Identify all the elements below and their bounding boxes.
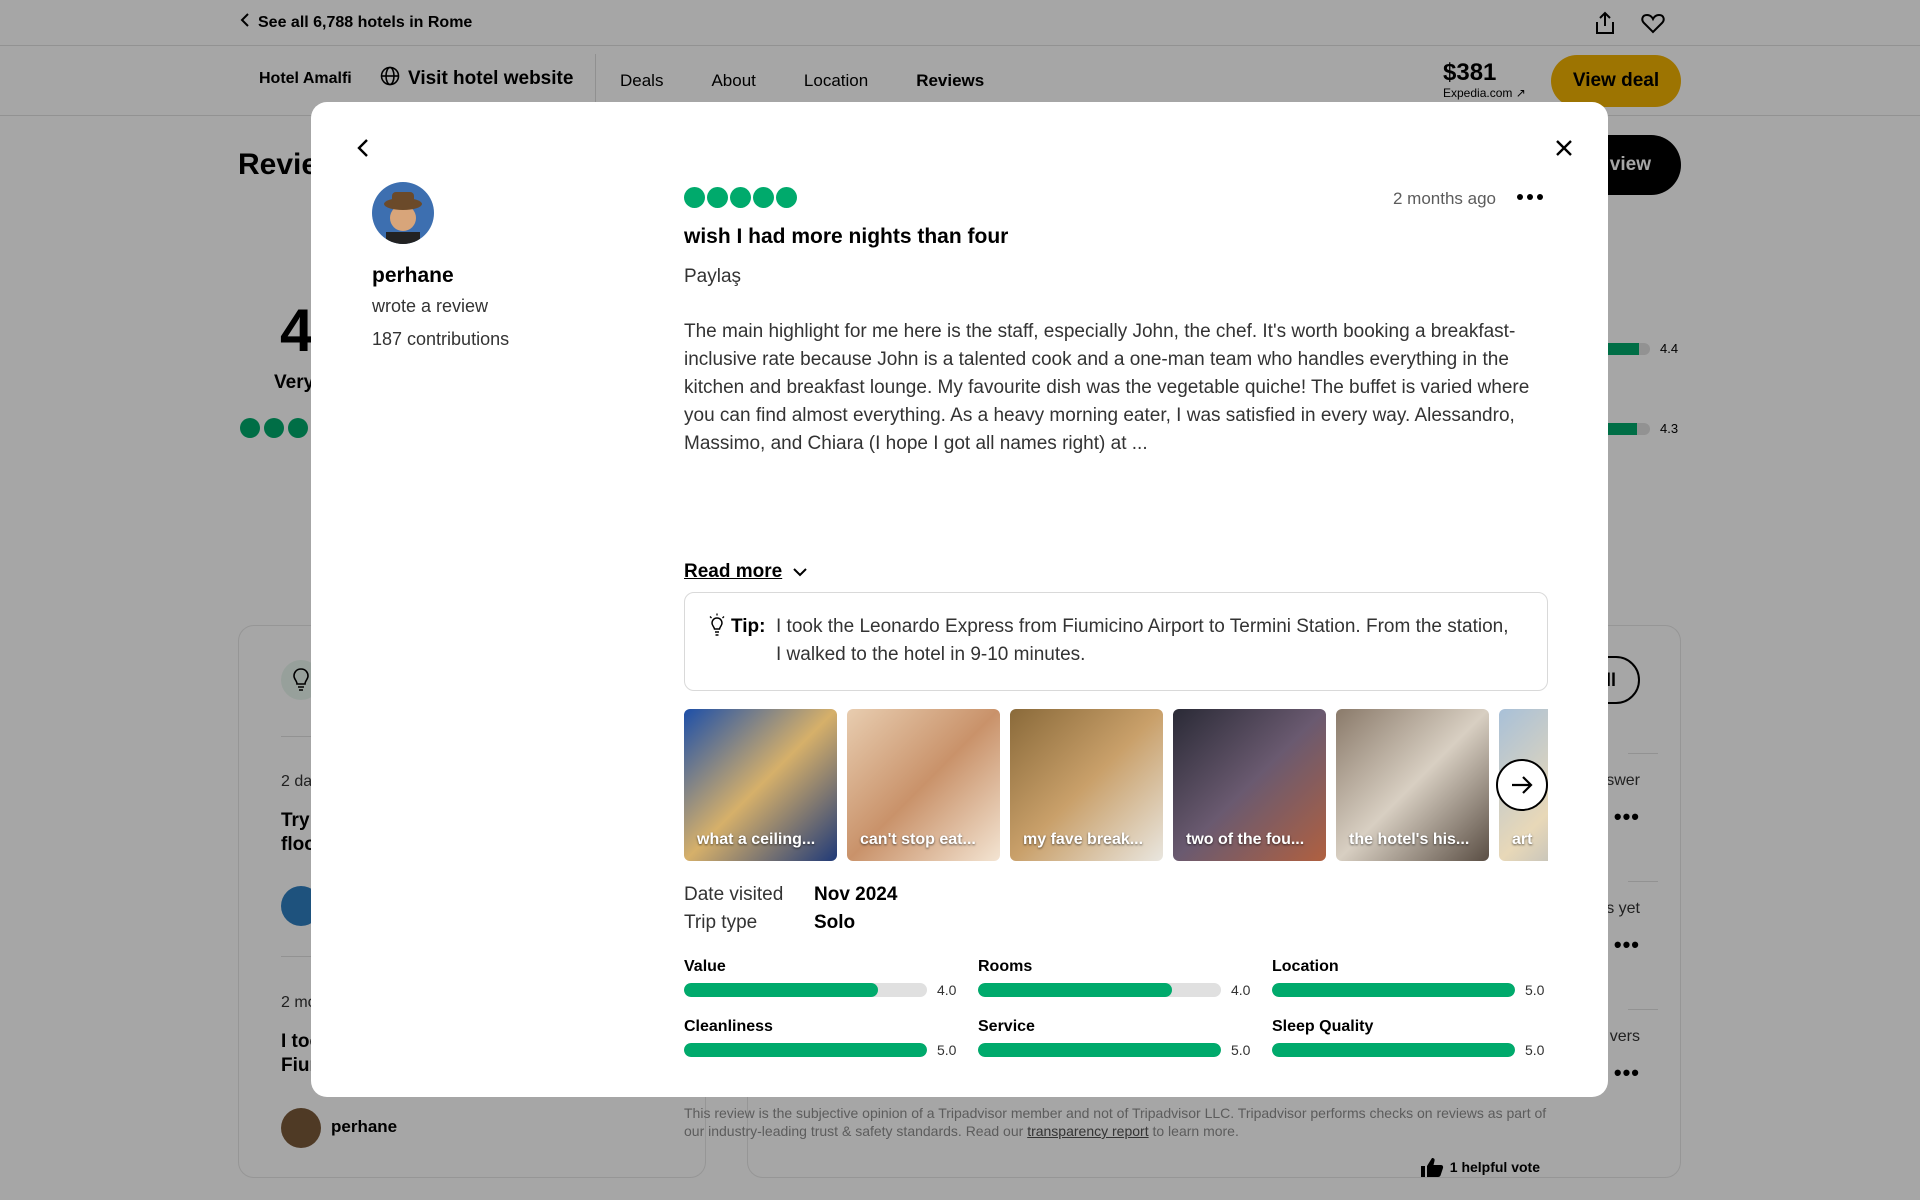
subrating-bar-fill xyxy=(684,1043,927,1057)
review-disclaimer: This review is the subjective opinion of… xyxy=(684,1104,1548,1140)
trip-type-label: Trip type xyxy=(684,912,758,933)
subrating-bar xyxy=(978,1043,1221,1057)
photo-caption: the hotel's his... xyxy=(1349,831,1470,848)
review-subtitle: Paylaş xyxy=(684,266,742,287)
tip-box: Tip: I took the Leonardo Express from Fi… xyxy=(684,592,1548,691)
read-more-label: Read more xyxy=(684,561,783,582)
subrating-value: 5.0 xyxy=(937,1042,957,1058)
rating-bubble xyxy=(776,187,797,208)
rating-bubbles xyxy=(684,187,797,208)
subrating-label: Rooms xyxy=(978,958,1033,975)
rating-bubble xyxy=(730,187,751,208)
review-date: 2 months ago xyxy=(1392,189,1496,208)
subrating-label: Value xyxy=(684,958,726,975)
tip-label: Tip: xyxy=(731,616,766,637)
review-photo[interactable]: the hotel's his... xyxy=(1336,709,1489,861)
transparency-report-link[interactable]: transparency report xyxy=(1027,1123,1148,1139)
rating-bubble xyxy=(753,187,774,208)
photo-caption: two of the fou... xyxy=(1186,831,1305,848)
trip-type-value: Solo xyxy=(814,912,856,933)
photo-caption: what a ceiling... xyxy=(697,831,816,848)
rating-bubble xyxy=(684,187,705,208)
subrating-label: Sleep Quality xyxy=(1272,1018,1374,1035)
carousel-next-button[interactable] xyxy=(1496,759,1548,811)
subrating-bar-fill xyxy=(978,983,1173,997)
photo-caption: art xyxy=(1512,831,1533,848)
subrating-label: Cleanliness xyxy=(684,1018,773,1035)
thumbs-up-icon xyxy=(1420,1158,1443,1177)
subrating-bar xyxy=(1272,1043,1515,1057)
review-body: The main highlight for me here is the st… xyxy=(684,321,1530,454)
review-title: wish I had more nights than four xyxy=(684,225,1009,248)
date-visited-value: Nov 2024 xyxy=(814,884,898,905)
author-contributions: 187 contributions xyxy=(372,329,510,349)
review-photo[interactable]: can't stop eat... xyxy=(847,709,1000,861)
photo-caption: can't stop eat... xyxy=(860,831,976,848)
subrating-label: Location xyxy=(1272,958,1339,975)
tip-text: I took the Leonardo Express from Fiumici… xyxy=(776,616,1509,665)
review-photo[interactable]: what a ceiling... xyxy=(684,709,837,861)
chevron-left-icon xyxy=(357,139,368,157)
subratings-grid: Value 4.0 Rooms 4.0 Location 5.0 Cleanliness 5.… xyxy=(684,958,1548,1058)
chevron-down-icon xyxy=(793,568,807,577)
subrating-bar xyxy=(684,983,927,997)
photo-carousel: what a ceiling... can't stop eat... my fav… xyxy=(684,709,1548,861)
author-name[interactable]: perhane xyxy=(372,264,454,288)
subrating-item: Location 5.0 xyxy=(1272,958,1548,998)
subrating-value: 4.0 xyxy=(937,982,957,998)
subrating-label: Service xyxy=(978,1018,1035,1035)
subrating-item: Sleep Quality 5.0 xyxy=(1272,1018,1548,1058)
rating-bubble xyxy=(707,187,728,208)
lightbulb-icon xyxy=(707,613,727,639)
subrating-bar-fill xyxy=(1272,983,1515,997)
photo-caption: my fave break... xyxy=(1023,831,1144,848)
subrating-bar xyxy=(978,983,1221,997)
subrating-item: Service 5.0 xyxy=(978,1018,1272,1058)
avatar[interactable] xyxy=(372,182,434,244)
review-photo[interactable]: my fave break... xyxy=(1010,709,1163,861)
subrating-item: Value 4.0 xyxy=(684,958,978,998)
subrating-bar-fill xyxy=(978,1043,1221,1057)
subrating-value: 5.0 xyxy=(1525,982,1545,998)
subrating-bar xyxy=(684,1043,927,1057)
arrow-right-icon xyxy=(1512,776,1533,794)
back-button[interactable] xyxy=(343,128,383,168)
subrating-item: Cleanliness 5.0 xyxy=(684,1018,978,1058)
author-action: wrote a review xyxy=(372,296,489,316)
read-more-link[interactable]: Read more xyxy=(684,561,808,583)
close-icon xyxy=(1556,140,1572,156)
review-modal: perhane wrote a review 187 contributions… xyxy=(311,102,1608,1177)
subrating-bar-fill xyxy=(684,983,879,997)
close-button[interactable] xyxy=(1544,128,1584,168)
more-options-icon[interactable] xyxy=(1512,183,1548,211)
review-photo[interactable]: two of the fou... xyxy=(1173,709,1326,861)
subrating-bar-fill xyxy=(1272,1043,1515,1057)
subrating-item: Rooms 4.0 xyxy=(978,958,1272,998)
date-visited-label: Date visited xyxy=(684,884,784,905)
trip-details: Date visited Nov 2024 Trip type Solo xyxy=(684,884,897,940)
helpful-vote-count: 1 helpful vote xyxy=(1449,1159,1540,1175)
subrating-value: 5.0 xyxy=(1231,1042,1251,1058)
subrating-value: 4.0 xyxy=(1231,982,1251,998)
subrating-value: 5.0 xyxy=(1525,1042,1545,1058)
disclaimer-text-end: to learn more. xyxy=(1148,1123,1239,1139)
subrating-bar xyxy=(1272,983,1515,997)
helpful-vote-button[interactable]: 1 helpful vote xyxy=(1420,1156,1540,1178)
